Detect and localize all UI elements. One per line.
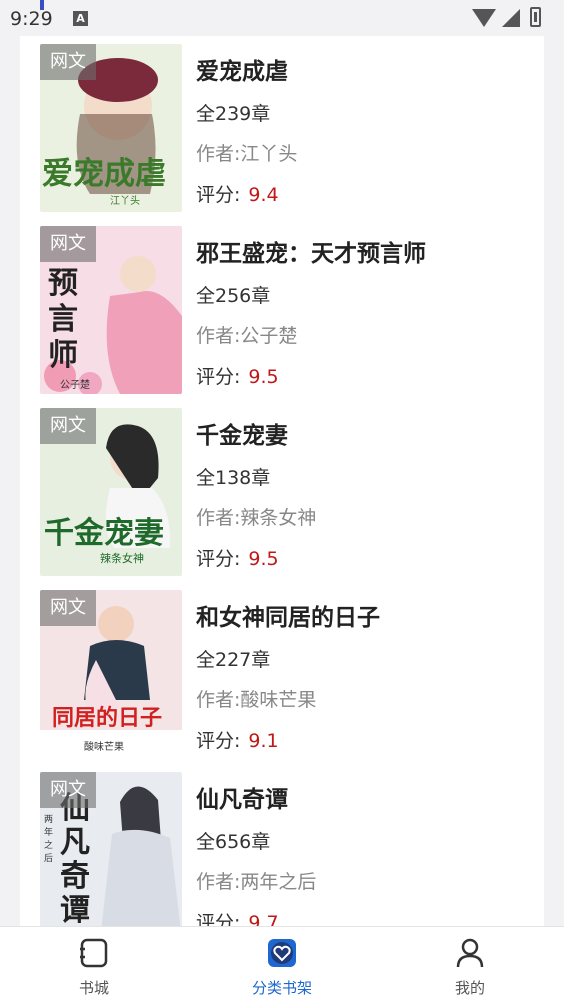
bookstore-icon <box>80 938 108 968</box>
cover-title: 爱宠成虐 <box>42 156 166 192</box>
tab-profile[interactable]: 我的 <box>376 927 564 1004</box>
chapter-count: 全227章 <box>196 649 271 671</box>
book-cover[interactable]: 爱宠成虐 江丫头 网文 <box>40 44 182 212</box>
genre-tag: 网文 <box>40 44 96 80</box>
cover-author: 辣条女神 <box>100 552 144 565</box>
cover-title: 仙凡奇谭 <box>60 791 90 927</box>
cover-figure-face <box>98 606 134 642</box>
score-value: 9.5 <box>248 366 279 388</box>
book-title[interactable]: 仙凡奇谭 <box>196 780 288 814</box>
book-cover[interactable]: 仙凡奇谭 两年之后 网文 <box>40 772 182 926</box>
score-value: 9.4 <box>248 184 279 206</box>
book-score: 评分: 9.4 <box>196 180 279 207</box>
chapter-count: 全256章 <box>196 285 271 307</box>
cover-title: 预言师 <box>48 266 78 373</box>
book-author: 作者:辣条女神 <box>196 507 317 529</box>
score-label: 评分: <box>196 548 241 570</box>
book-item[interactable]: 同居的日子 酸味芒果 网文 和女神同居的日子 全227章 作者:酸味芒果 评分:… <box>40 590 530 758</box>
book-author: 作者:江丫头 <box>196 143 298 165</box>
cover-author: 江丫头 <box>110 196 140 207</box>
book-item[interactable]: 爱宠成虐 江丫头 网文 爱宠成虐 全239章 作者:江丫头 评分: 9.4 <box>40 44 530 212</box>
score-label: 评分: <box>196 366 241 388</box>
book-author: 作者:酸味芒果 <box>196 689 317 711</box>
profile-icon <box>456 938 484 968</box>
cover-figure-face <box>120 256 156 292</box>
cover-author: 酸味芒果 <box>84 742 124 753</box>
score-value: 9.1 <box>248 730 279 752</box>
book-title[interactable]: 爱宠成虐 <box>196 52 288 86</box>
book-title[interactable]: 邪王盛宠：天才预言师 <box>196 234 426 268</box>
book-cover[interactable]: 千金宠妻 辣条女神 网文 <box>40 408 182 576</box>
battery-icon <box>530 7 541 27</box>
notification-icon: A <box>73 11 88 26</box>
tab-label: 分类书架 <box>251 979 312 997</box>
cover-title: 千金宠妻 <box>44 516 164 551</box>
genre-tag: 网文 <box>40 226 96 262</box>
book-item[interactable]: 预言师 公子楚 网文 邪王盛宠：天才预言师 全256章 作者:公子楚 评分: 9.… <box>40 226 530 394</box>
book-list[interactable]: 爱宠成虐 江丫头 网文 爱宠成虐 全239章 作者:江丫头 评分: 9.4 预言师… <box>20 36 544 926</box>
chapter-count: 全656章 <box>196 831 271 853</box>
tab-bookshelf[interactable]: 分类书架 <box>188 927 376 1004</box>
status-bar: 9:29 A <box>0 0 564 36</box>
genre-tag: 网文 <box>40 772 96 808</box>
tab-label: 书城 <box>78 979 109 997</box>
bookshelf-icon <box>268 939 296 967</box>
wifi-icon <box>472 9 496 27</box>
book-title[interactable]: 和女神同居的日子 <box>196 598 380 632</box>
score-value: 9.7 <box>248 912 279 926</box>
bottom-tab-bar: 书城 分类书架 我的 <box>0 926 564 1004</box>
book-score: 评分: 9.5 <box>196 362 279 389</box>
score-value: 9.5 <box>248 548 279 570</box>
chapter-count: 全138章 <box>196 467 271 489</box>
cover-author: 两年之后 <box>44 815 54 864</box>
book-author: 作者:公子楚 <box>196 325 298 347</box>
tab-label: 我的 <box>454 979 485 997</box>
book-item[interactable]: 仙凡奇谭 两年之后 网文 仙凡奇谭 全656章 作者:两年之后 评分: 9.7 <box>40 772 530 926</box>
genre-tag: 网文 <box>40 590 96 626</box>
cover-figure-dress <box>106 291 182 394</box>
status-icons <box>472 7 552 29</box>
tab-bookstore[interactable]: 书城 <box>0 927 188 1004</box>
book-score: 评分: 9.5 <box>196 544 279 571</box>
book-score: 评分: 9.1 <box>196 726 279 753</box>
status-time: 9:29 <box>10 8 53 30</box>
book-title[interactable]: 千金宠妻 <box>196 416 288 450</box>
signal-icon <box>502 9 520 27</box>
chapter-count: 全239章 <box>196 103 271 125</box>
book-score: 评分: 9.7 <box>196 908 279 926</box>
genre-tag: 网文 <box>40 408 96 444</box>
cover-author: 公子楚 <box>60 380 90 391</box>
book-cover[interactable]: 预言师 公子楚 网文 <box>40 226 182 394</box>
score-label: 评分: <box>196 912 241 926</box>
cover-figure-robe <box>101 829 181 926</box>
score-label: 评分: <box>196 184 241 206</box>
score-label: 评分: <box>196 730 241 752</box>
book-author: 作者:两年之后 <box>196 871 317 893</box>
cover-title: 同居的日子 <box>52 705 163 731</box>
book-cover[interactable]: 同居的日子 酸味芒果 网文 <box>40 590 182 758</box>
book-item[interactable]: 千金宠妻 辣条女神 网文 千金宠妻 全138章 作者:辣条女神 评分: 9.5 <box>40 408 530 576</box>
